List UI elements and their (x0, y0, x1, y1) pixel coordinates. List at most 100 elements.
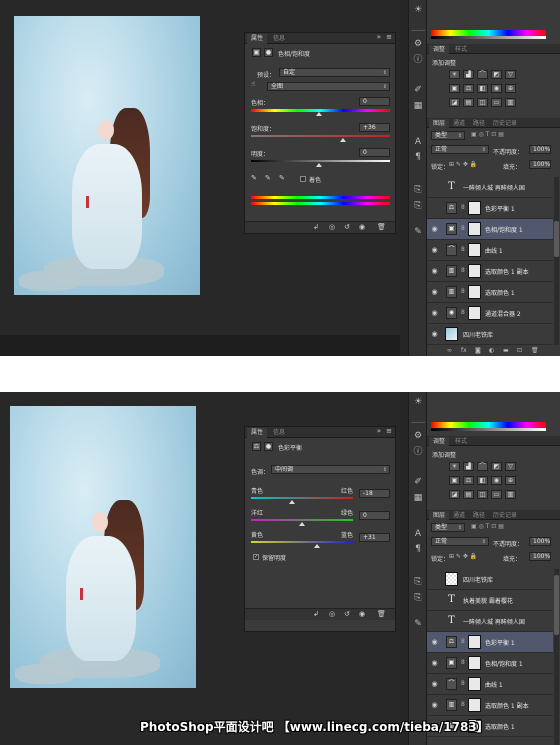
grid-icon[interactable]: ▦ (412, 492, 424, 504)
visibility-icon[interactable]: ◉ (359, 610, 365, 618)
blend-mode-select[interactable]: 正常 ⇕ (431, 145, 489, 154)
tab-info[interactable]: 信息 (269, 34, 289, 44)
layer-row[interactable]: 四川老铁库 (427, 569, 553, 590)
eye-icon[interactable]: ◉ (430, 701, 439, 709)
new-layer-icon[interactable]: ⊡ (517, 347, 522, 354)
tab-styles[interactable]: 样式 (451, 437, 471, 447)
layer-row[interactable]: T 一眸倾人城 再眸倾人国 (427, 177, 553, 198)
layer-name[interactable]: 执着美貌 霸着樱花 (463, 596, 513, 605)
hue-slider-thumb[interactable] (316, 112, 322, 116)
cyan-red-field[interactable]: -18 (359, 489, 390, 498)
preserve-luminosity-checkbox[interactable]: ✓ (253, 554, 259, 560)
bw-icon[interactable]: ◧ (477, 476, 488, 485)
layer-mask-thumbnail[interactable] (468, 201, 481, 215)
layer-row[interactable]: ◉ ▥ 8 选取颜色 1 副本 (427, 261, 553, 282)
hue-field[interactable]: 0 (359, 97, 390, 106)
lightness-slider-track[interactable] (251, 160, 390, 162)
link-icon[interactable]: 8 (461, 204, 465, 211)
layer-mask-thumbnail[interactable] (468, 635, 481, 649)
tab-adjustments[interactable]: 调整 (429, 45, 450, 55)
add-mask-icon[interactable]: ◙ (475, 347, 481, 354)
vibrance-icon[interactable]: ▽ (505, 462, 516, 471)
tab-history[interactable]: 历史记录 (489, 119, 521, 129)
layer-name[interactable]: 选取颜色 1 副本 (485, 701, 529, 710)
mask-icon[interactable]: ● (264, 442, 273, 451)
curves-icon[interactable]: ⌒ (477, 462, 488, 471)
link-icon[interactable]: 8 (461, 267, 465, 274)
layer-row[interactable]: T 一眸倾人城 再眸倾人国 (427, 611, 553, 632)
eye-icon[interactable]: ◉ (430, 225, 439, 233)
bw-icon[interactable]: ◧ (477, 84, 488, 93)
link-icon[interactable]: ∞ (447, 347, 452, 354)
eyedropper-icon[interactable]: ✎ (251, 174, 257, 182)
layer-name[interactable]: 四川老铁库 (463, 575, 493, 584)
brightness-icon[interactable]: ☀ (449, 70, 460, 79)
layer-name[interactable]: 色彩平衡 1 (485, 204, 515, 213)
tab-properties[interactable]: 属性 (247, 428, 268, 438)
yellow-blue-thumb[interactable] (314, 544, 320, 548)
layers-scrollbar[interactable] (554, 569, 559, 745)
magenta-green-slider[interactable] (251, 519, 353, 521)
layer-kind-filter[interactable]: 类型 ⇕ (431, 131, 465, 140)
color-balance-icon[interactable]: ⚖ (463, 84, 474, 93)
layer-name[interactable]: 选取颜色 1 副本 (485, 267, 529, 276)
invert-icon[interactable]: ◪ (449, 98, 460, 107)
layer-row[interactable]: ◉ 四川老铁库 (427, 324, 553, 345)
layer-thumbnail[interactable] (445, 572, 458, 586)
visibility-icon[interactable]: ◉ (359, 223, 365, 231)
layer-row[interactable]: T 执着美貌 霸着樱花 (427, 590, 553, 611)
fill-field[interactable]: 100% (529, 552, 551, 561)
photo-canvas[interactable] (10, 406, 196, 688)
layer-mask-thumbnail[interactable] (468, 285, 481, 299)
eye-icon[interactable]: ◉ (430, 659, 439, 667)
link-icon[interactable]: 8 (461, 288, 465, 295)
lock-icons[interactable]: ⊞ ✎ ✥ 🔒 (449, 161, 477, 168)
fx-icon[interactable]: fx (461, 347, 467, 354)
layer-name[interactable]: 四川老铁库 (463, 330, 493, 339)
info-icon[interactable]: ⓘ (412, 446, 424, 458)
invert-icon[interactable]: ◪ (449, 490, 460, 499)
link-icon[interactable]: 8 (461, 309, 465, 316)
layer-mask-thumbnail[interactable] (468, 306, 481, 320)
layer-row[interactable]: ◉ ⚖ 8 色彩平衡 1 (427, 632, 553, 653)
color-balance-icon[interactable]: ⚖ (463, 476, 474, 485)
gradient-map-icon[interactable]: ▭ (491, 490, 502, 499)
adjust-icon[interactable]: ⚙ (412, 38, 424, 50)
threshold-icon[interactable]: ◫ (477, 490, 488, 499)
adjust-icon[interactable]: ⚙ (412, 430, 424, 442)
tool-preset-icon[interactable]: ✎ (412, 226, 424, 238)
eye-icon[interactable]: ◉ (430, 267, 439, 275)
layer-comp-icon[interactable]: ⎘ (412, 576, 424, 588)
layer-name[interactable]: 通道混合器 2 (485, 309, 521, 318)
paragraph-icon[interactable]: ¶ (412, 543, 424, 555)
layer-mask-thumbnail[interactable] (468, 656, 481, 670)
layer-name[interactable]: 曲线 1 (485, 246, 503, 255)
tab-paths[interactable]: 路径 (469, 511, 489, 521)
eye-icon[interactable]: ◉ (430, 638, 439, 646)
panel-menu-icon[interactable]: ≡ (386, 33, 392, 41)
tab-channels[interactable]: 通道 (449, 119, 469, 129)
eyedropper-minus-icon[interactable]: ✎ (279, 174, 285, 182)
view-previous-icon[interactable]: ◎ (329, 223, 335, 231)
saturation-field[interactable]: +36 (359, 123, 390, 132)
yellow-blue-slider[interactable] (251, 541, 353, 543)
tab-paths[interactable]: 路径 (469, 119, 489, 129)
trash-icon[interactable]: 🗑 (377, 223, 386, 231)
photo-canvas[interactable] (14, 16, 200, 295)
eyedropper-plus-icon[interactable]: ✎ (265, 174, 271, 182)
new-group-icon[interactable]: ▬ (503, 347, 509, 354)
hue-sat-icon[interactable]: ▣ (449, 476, 460, 485)
tone-select[interactable]: 中间调 ⇕ (271, 465, 390, 474)
layer-name[interactable]: 色彩平衡 1 (485, 638, 515, 647)
grid-icon[interactable]: ▦ (412, 100, 424, 112)
link-icon[interactable]: 8 (461, 659, 465, 666)
photo-filter-icon[interactable]: ◉ (491, 476, 502, 485)
tab-adjustments[interactable]: 调整 (429, 437, 450, 447)
layer-name[interactable]: 一眸倾人城 再眸倾人国 (463, 183, 525, 192)
layer-mask-thumbnail[interactable] (468, 677, 481, 691)
layer-name[interactable]: 选取颜色 1 (485, 288, 515, 297)
saturation-slider-thumb[interactable] (340, 138, 346, 142)
preset-select[interactable]: 自定 ⇕ (279, 68, 390, 77)
colorize-checkbox[interactable] (300, 176, 306, 182)
layer-row[interactable]: ◉ ▥ 8 选取颜色 1 副本 (427, 695, 553, 716)
